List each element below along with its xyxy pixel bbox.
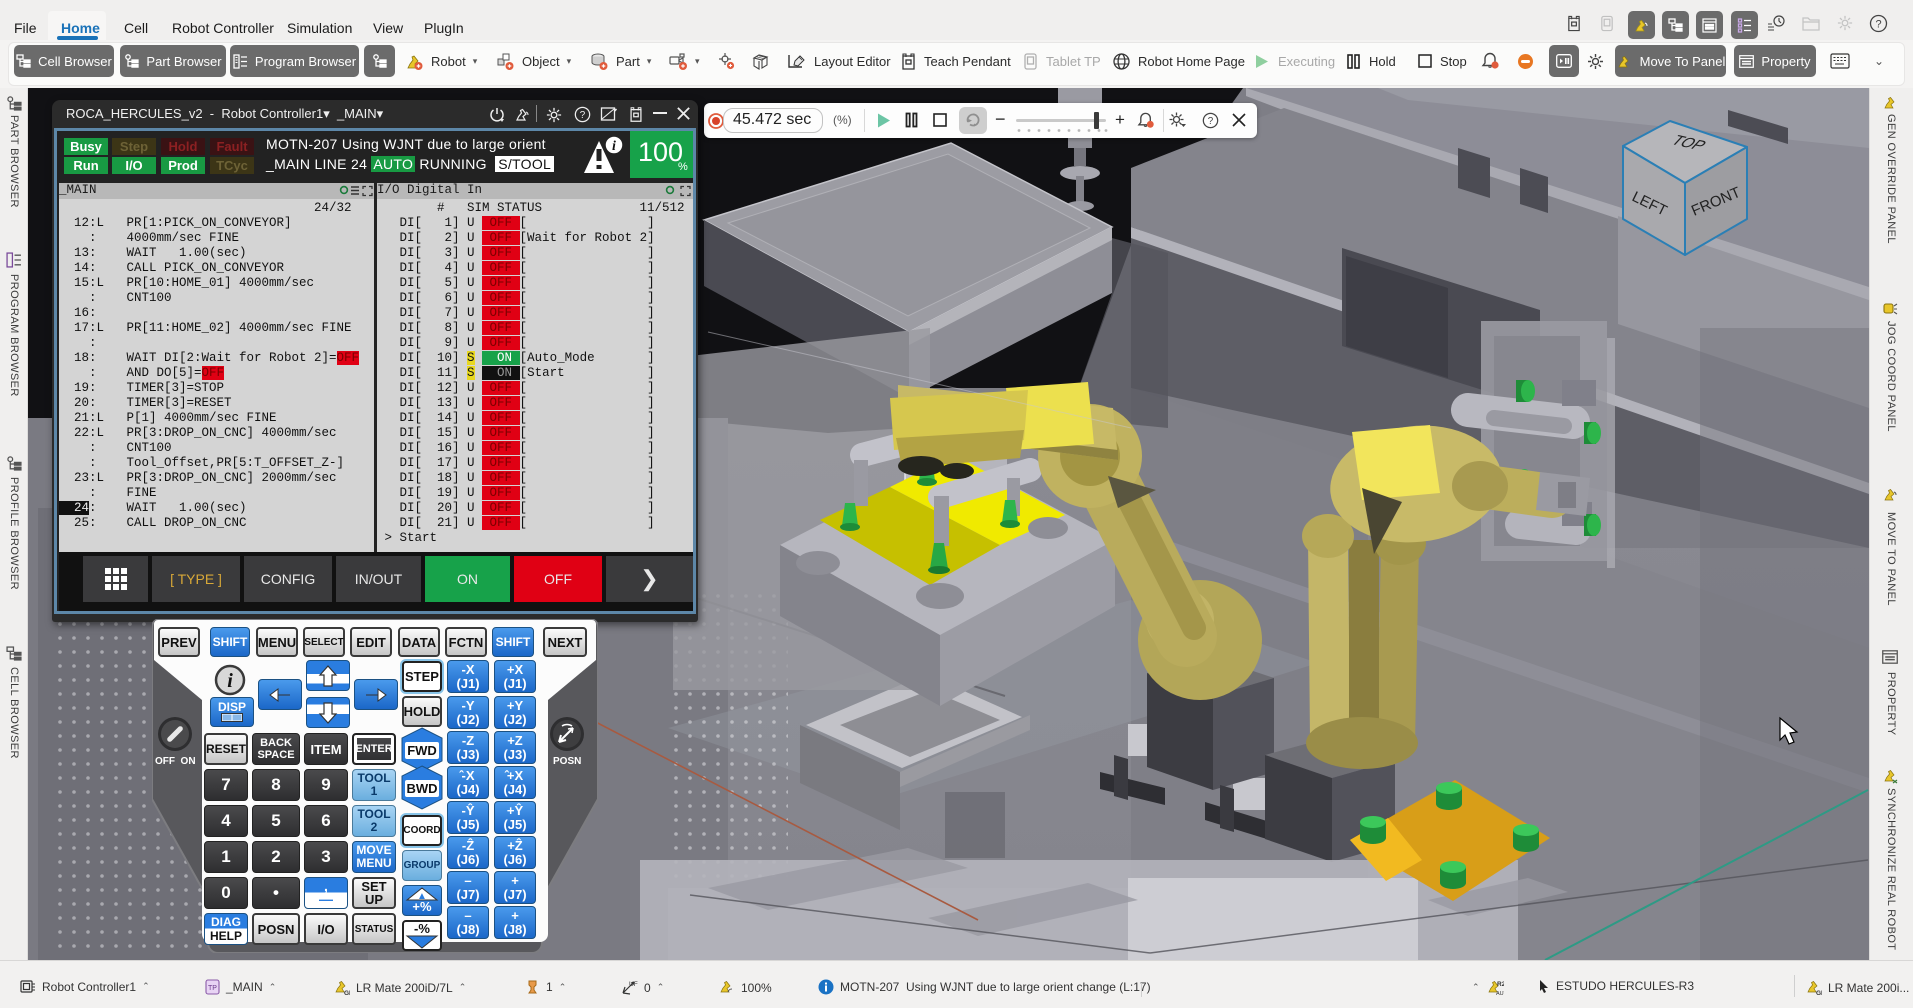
- svg-text:?: ?: [1208, 116, 1214, 127]
- svg-text:i: i: [227, 670, 233, 692]
- svg-text:?: ?: [580, 110, 586, 121]
- svg-text:-%: -%: [414, 922, 430, 936]
- svg-text:i: i: [612, 139, 616, 154]
- svg-text:R2: R2: [1497, 981, 1504, 988]
- svg-text:AUTO: AUTO: [1496, 991, 1504, 996]
- svg-text:BWD: BWD: [406, 781, 437, 796]
- svg-text:UF: UF: [629, 981, 638, 988]
- svg-text:?: ?: [1875, 19, 1881, 31]
- svg-text:FWD: FWD: [407, 743, 437, 758]
- svg-text:GP: GP: [1816, 990, 1822, 996]
- svg-text:GP: GP: [344, 990, 350, 996]
- svg-text:TP: TP: [208, 985, 217, 992]
- svg-text:▲: ▲: [417, 891, 427, 902]
